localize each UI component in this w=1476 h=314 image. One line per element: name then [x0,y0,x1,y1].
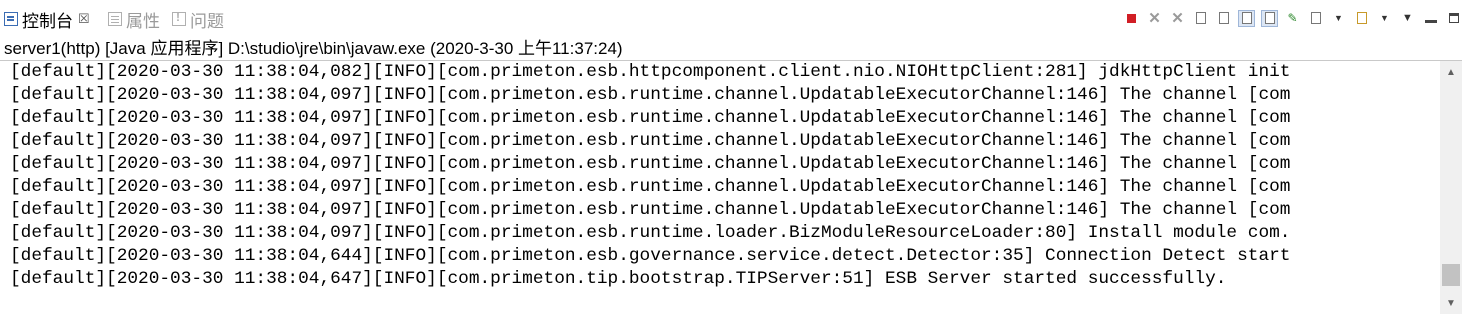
problems-icon [172,10,186,26]
remove-launch-icon[interactable]: ✕ [1146,10,1163,27]
scroll-down-icon[interactable]: ▼ [1440,294,1462,312]
console-line: [default][2020-03-30 11:38:04,647][INFO]… [10,269,1227,289]
display-selected-console-icon[interactable] [1307,10,1324,27]
console-line: [default][2020-03-30 11:38:04,097][INFO]… [10,154,1291,174]
view-menu-icon[interactable]: ▼ [1399,10,1416,27]
tab-console[interactable]: 控制台 ☒ [4,7,90,31]
console-line: [default][2020-03-30 11:38:04,097][INFO]… [10,108,1291,128]
scroll-up-icon[interactable]: ▲ [1440,63,1462,81]
view-tab-bar: 控制台 ☒ 属性 问题 ✕ ✕ ✎ ▼ ▼ ▼ [0,0,1476,38]
tab-properties[interactable]: 属性 [108,7,160,31]
minimize-icon[interactable] [1422,10,1439,27]
show-on-stderr-icon[interactable] [1261,9,1278,27]
console-line: [default][2020-03-30 11:38:04,097][INFO]… [10,223,1291,243]
close-tab-icon[interactable]: ☒ [78,11,90,27]
console-line: [default][2020-03-30 11:38:04,097][INFO]… [10,177,1291,197]
clear-console-icon[interactable] [1192,10,1209,27]
console-line: [default][2020-03-30 11:38:04,644][INFO]… [10,246,1291,266]
open-console-dropdown-icon[interactable]: ▼ [1376,10,1393,27]
properties-icon [108,12,122,26]
scroll-lock-icon[interactable] [1215,10,1232,27]
display-console-dropdown-icon[interactable]: ▼ [1330,10,1347,27]
console-line: [default][2020-03-30 11:38:04,097][INFO]… [10,131,1291,151]
tab-console-label: 控制台 [22,11,73,31]
tab-problems[interactable]: 问题 [172,7,224,31]
process-description: server1(http) [Java 应用程序] D:\studio\jre\… [4,39,623,58]
console-toolbar: ✕ ✕ ✎ ▼ ▼ ▼ [1123,8,1462,28]
console-line: [default][2020-03-30 11:38:04,082][INFO]… [10,62,1291,82]
open-console-icon[interactable] [1353,10,1370,27]
console-line: [default][2020-03-30 11:38:04,097][INFO]… [10,85,1291,105]
terminate-icon[interactable] [1123,10,1140,27]
console-icon [4,12,18,26]
vertical-scrollbar[interactable]: ▲ ▼ [1440,61,1462,314]
tab-problems-label: 问题 [190,11,224,31]
pin-console-icon[interactable]: ✎ [1284,10,1301,27]
console-output[interactable]: [default][2020-03-30 11:38:04,082][INFO]… [0,61,1440,314]
console-line: [default][2020-03-30 11:38:04,097][INFO]… [10,200,1291,220]
tab-properties-label: 属性 [126,11,160,31]
maximize-icon[interactable] [1445,10,1462,27]
remove-all-terminated-icon[interactable]: ✕ [1169,10,1186,27]
show-on-stdout-icon[interactable] [1238,9,1255,27]
right-margin [1462,0,1476,314]
scrollbar-thumb[interactable] [1442,264,1460,286]
